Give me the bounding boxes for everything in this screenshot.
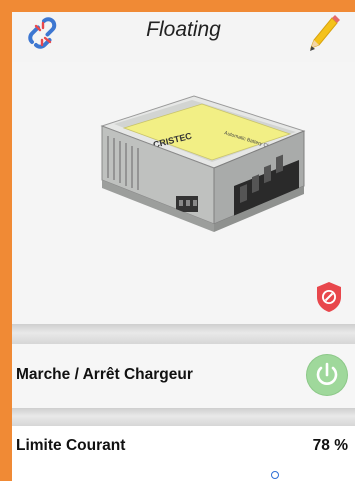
window-frame-left bbox=[0, 0, 12, 481]
current-limit-slider-handle[interactable] bbox=[271, 471, 279, 479]
charger-image: CRISTEC Automatic Battery Charger bbox=[84, 76, 314, 266]
current-limit-label: Limite Courant bbox=[16, 437, 126, 454]
pencil-edit-icon[interactable] bbox=[305, 12, 341, 56]
stop-badge-icon[interactable] bbox=[314, 280, 344, 314]
header-bar: Floating bbox=[12, 12, 355, 62]
product-image-panel: CRISTEC Automatic Battery Charger bbox=[12, 62, 355, 324]
page-title: Floating bbox=[146, 18, 221, 41]
power-icon bbox=[316, 362, 338, 385]
app-screen: Floating CRISTEC Automatic Battery Charg… bbox=[12, 12, 355, 481]
section-divider bbox=[12, 324, 355, 344]
section-divider bbox=[12, 408, 355, 426]
current-limit-row: Limite Courant 78 % bbox=[12, 426, 355, 481]
window-frame-top bbox=[0, 0, 355, 12]
power-button[interactable] bbox=[307, 355, 347, 395]
unlink-icon[interactable] bbox=[22, 14, 64, 54]
charger-toggle-row: Marche / Arrêt Chargeur bbox=[12, 344, 355, 408]
charger-toggle-label: Marche / Arrêt Chargeur bbox=[16, 366, 193, 383]
current-limit-value: 78 % bbox=[312, 437, 348, 454]
